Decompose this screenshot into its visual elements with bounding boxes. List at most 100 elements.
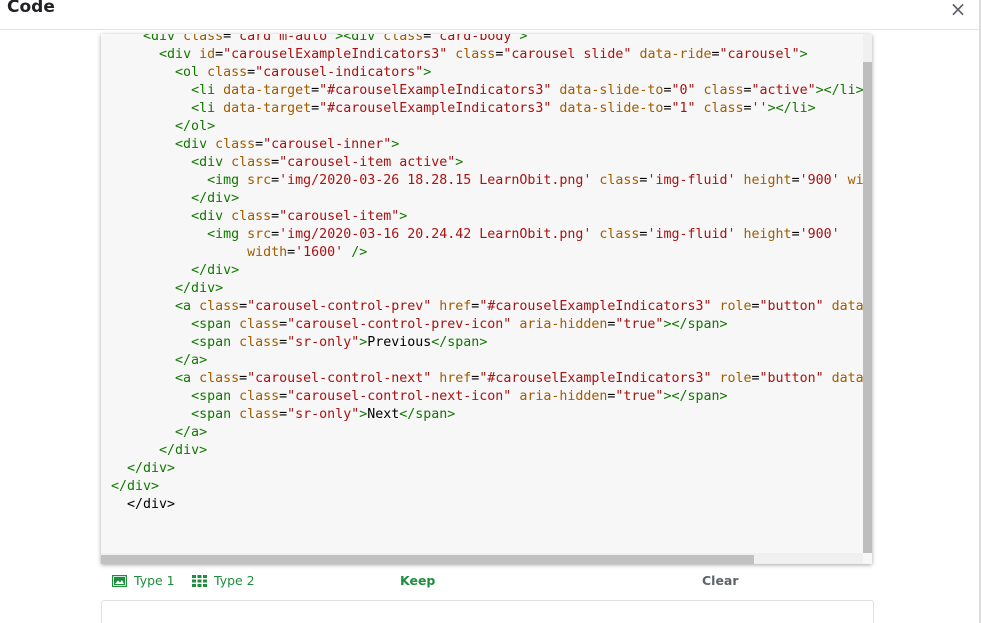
horizontal-scrollbar-thumb[interactable] [101, 555, 754, 564]
code-token: data-slide-to [559, 101, 664, 116]
code-token: = [743, 83, 752, 98]
vertical-scrollbar-thumb[interactable] [863, 62, 872, 553]
code-token: ></span> [663, 389, 728, 404]
type1-label: Type 1 [134, 573, 175, 588]
code-token: "carousel-control-next" [247, 371, 432, 386]
code-line: </div> [111, 442, 863, 460]
type2-label: Type 2 [214, 573, 255, 588]
image-icon [112, 574, 127, 587]
code-token: data-slide [831, 299, 863, 314]
code-token: Next [367, 407, 400, 422]
code-token: = [751, 299, 760, 314]
code-token: "sr-only" [287, 335, 360, 350]
code-token: id [199, 47, 216, 62]
code-token: "carousel-item" [279, 209, 400, 224]
code-token: "true" [615, 389, 664, 404]
code-token: 'img-fluid' [647, 173, 736, 188]
code-token: ></li> [767, 101, 816, 116]
code-token: /> [351, 245, 368, 260]
code-token: class [239, 335, 280, 350]
code-line: <div class="carousel-inner"> [111, 136, 863, 154]
code-line: <ol class="carousel-indicators"> [111, 64, 863, 82]
code-line: </div> [111, 190, 863, 208]
code-line: </ol> [111, 118, 863, 136]
code-token: "#carouselExampleIndicators3" [319, 83, 552, 98]
code-token: class [239, 389, 280, 404]
close-icon[interactable]: × [948, 0, 968, 20]
code-token: data-slide-to [559, 83, 664, 98]
code-token: width [847, 173, 863, 188]
code-token: </div> [127, 497, 176, 512]
code-token: '' [751, 101, 768, 116]
keep-button[interactable]: Keep [400, 573, 435, 588]
code-token: "carousel-control-prev" [247, 299, 432, 314]
code-dialog: Code × <div class='card m-auto'><div cla… [0, 0, 979, 623]
type1-button[interactable]: Type 1 [112, 573, 175, 588]
code-line: <div class="carousel-item"> [111, 208, 863, 226]
code-token: = [255, 137, 264, 152]
code-token: 'img-fluid' [647, 227, 736, 242]
dialog-header: Code × [0, 0, 979, 30]
code-token: data-target [223, 83, 312, 98]
code-token: = [271, 227, 280, 242]
code-token: <img [207, 227, 248, 242]
code-line: <span class="sr-only">Previous</span> [111, 334, 863, 352]
code-token: </div> [127, 461, 176, 476]
code-token: </ol> [175, 119, 216, 134]
code-token: "#carouselExampleIndicators3" [479, 299, 712, 314]
code-token: role [719, 299, 752, 314]
code-token: <div [159, 47, 200, 62]
code-line: <li data-target="#carouselExampleIndicat… [111, 82, 863, 100]
code-line: <img src='img/2020-03-16 20.24.42 LearnO… [111, 226, 863, 244]
code-token: = [287, 245, 296, 260]
clear-button[interactable]: Clear [702, 573, 739, 588]
code-token: "carousel-indicators" [255, 65, 424, 80]
code-token: class [231, 209, 272, 224]
code-token: '1600' [295, 245, 344, 260]
code-token: </div> [159, 443, 208, 458]
type2-button[interactable]: Type 2 [192, 573, 255, 588]
code-token: 'card-body' [431, 34, 520, 44]
code-line: </div> [111, 478, 863, 496]
code-token: "true" [615, 317, 664, 332]
code-token: "button" [759, 371, 824, 386]
code-token: '900' [799, 173, 840, 188]
code-token: </a> [175, 425, 208, 440]
code-token: class [231, 155, 272, 170]
code-token: <a [175, 299, 200, 314]
code-token: class [703, 83, 744, 98]
code-token: "0" [671, 83, 696, 98]
code-token: "1" [671, 101, 696, 116]
code-token: height [743, 173, 792, 188]
output-box[interactable] [101, 600, 874, 623]
code-content[interactable]: <div class='card m-auto'><div class='car… [111, 34, 863, 546]
code-token: = [215, 47, 224, 62]
code-token: </div> [111, 479, 160, 494]
code-token: </a> [175, 353, 208, 368]
code-token: "carousel" [719, 47, 800, 62]
code-token: "sr-only" [287, 407, 360, 422]
code-line: <span class="sr-only">Next</span> [111, 406, 863, 424]
editor-toolbar: Type 1 Type 2 Keep Clear [101, 568, 872, 594]
code-token: </span> [399, 407, 456, 422]
code-line: <li data-target="#carouselExampleIndicat… [111, 100, 863, 118]
code-token: "button" [759, 299, 824, 314]
code-token: "active" [751, 83, 816, 98]
code-token: </div> [191, 263, 240, 278]
code-token: </span> [431, 335, 488, 350]
code-token: class [183, 34, 224, 44]
code-token: > [455, 155, 464, 170]
code-line: </div> [111, 460, 863, 478]
code-line: <div class="carousel-item active"> [111, 154, 863, 172]
code-token: role [719, 371, 752, 386]
code-editor[interactable]: <div class='card m-auto'><div class='car… [101, 34, 872, 564]
code-token: = [239, 371, 248, 386]
code-token: <span [191, 389, 240, 404]
code-token: ></li> [815, 83, 863, 98]
